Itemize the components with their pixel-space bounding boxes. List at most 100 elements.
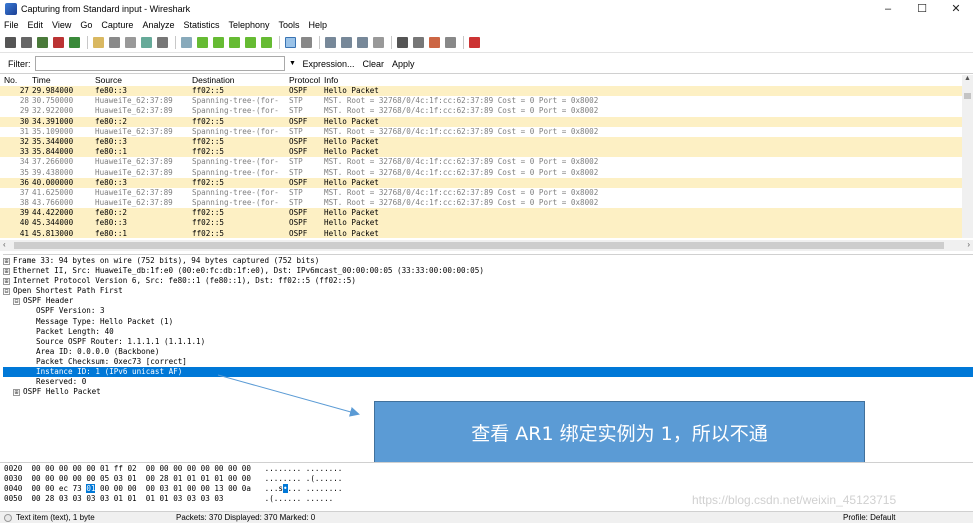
start-capture-icon[interactable] bbox=[37, 37, 48, 48]
packet-row[interactable]: 32 35.344000 fe80::3 ff02::5 OSPF Hello Packe… bbox=[0, 136, 962, 148]
colorize-icon[interactable] bbox=[285, 37, 296, 48]
packet-row[interactable]: 30 34.391000 fe80::2 ff02::5 OSPF Hello Packe… bbox=[0, 116, 962, 127]
menu-edit[interactable]: Edit bbox=[28, 20, 44, 30]
minimize-button[interactable]: – bbox=[871, 0, 905, 18]
detail-tree-item[interactable]: Packet Length: 40 bbox=[3, 327, 973, 337]
expand-icon[interactable]: ⊞ bbox=[13, 388, 20, 396]
column-header-time[interactable]: Time bbox=[32, 75, 95, 86]
display-filters-icon[interactable] bbox=[413, 37, 424, 48]
menu-view[interactable]: View bbox=[52, 20, 71, 30]
close-file-icon[interactable] bbox=[125, 37, 136, 48]
detail-tree-item[interactable]: ⊟ Open Shortest Path First bbox=[3, 286, 973, 296]
print-icon[interactable] bbox=[157, 37, 168, 48]
scroll-right-icon[interactable]: › bbox=[967, 240, 970, 249]
save-file-icon[interactable] bbox=[109, 37, 120, 48]
column-header-source[interactable]: Source bbox=[95, 75, 192, 86]
zoom-out-icon[interactable] bbox=[341, 37, 352, 48]
detail-tree-item[interactable]: ⊞ Ethernet II, Src: HuaweiTe_db:1f:e0 (00… bbox=[3, 266, 973, 276]
packet-list-vscrollbar[interactable]: ▲ bbox=[962, 75, 973, 238]
zoom-in-icon[interactable] bbox=[325, 37, 336, 48]
column-header-info[interactable]: Info bbox=[324, 75, 962, 86]
packet-row[interactable]: 34 37.266000 HuaweiTe_62:37:89 Spanning-tre… bbox=[0, 157, 962, 168]
expert-info-icon[interactable] bbox=[4, 513, 12, 522]
go-to-packet-icon[interactable] bbox=[229, 37, 240, 48]
collapse-icon[interactable]: ⊟ bbox=[13, 297, 20, 305]
detail-tree-item[interactable]: Packet Checksum: 0xec73 [correct] bbox=[3, 357, 973, 367]
stop-capture-icon[interactable] bbox=[53, 37, 64, 48]
interfaces-icon[interactable] bbox=[5, 37, 16, 48]
packet-row[interactable]: 31 35.109000 HuaweiTe_62:37:89 Spanning-tre… bbox=[0, 126, 962, 137]
packet-row[interactable]: 33 35.844000 fe80::1 ff02::5 OSPF Hello Packe… bbox=[0, 147, 962, 158]
packet-row[interactable]: 38 43.766000 HuaweiTe_62:37:89 Spanning-tre… bbox=[0, 198, 962, 209]
first-packet-icon[interactable] bbox=[245, 37, 256, 48]
go-forward-icon[interactable] bbox=[213, 37, 224, 48]
coloring-rules-icon[interactable] bbox=[429, 37, 440, 48]
menu-telephony[interactable]: Telephony bbox=[228, 20, 269, 30]
detail-tree-item[interactable]: Source OSPF Router: 1.1.1.1 (1.1.1.1) bbox=[3, 337, 973, 347]
scroll-left-icon[interactable]: ‹ bbox=[3, 240, 6, 249]
expand-icon[interactable]: ⊞ bbox=[3, 257, 10, 265]
detail-tree-item[interactable]: Area ID: 0.0.0.0 (Backbone) bbox=[3, 347, 973, 357]
packet-row[interactable]: 35 39.438000 HuaweiTe_62:37:89 Spanning-tre… bbox=[0, 167, 962, 178]
expression-button[interactable]: Expression... bbox=[303, 59, 355, 69]
hex-row[interactable]: 0030 00 00 00 00 00 05 03 01 00 28 01 01… bbox=[4, 474, 973, 484]
detail-tree-item[interactable]: ⊞ Internet Protocol Version 6, Src: fe80:… bbox=[3, 276, 973, 286]
expand-icon[interactable]: ⊞ bbox=[3, 277, 10, 285]
open-file-icon[interactable] bbox=[93, 37, 104, 48]
help-icon[interactable] bbox=[469, 37, 480, 48]
capture-filters-icon[interactable] bbox=[397, 37, 408, 48]
packet-row[interactable]: 27 29.984000 fe80::3 ff02::5 OSPF Hello Packe… bbox=[0, 86, 962, 97]
menu-statistics[interactable]: Statistics bbox=[183, 20, 219, 30]
column-header-protocol[interactable]: Protocol bbox=[289, 75, 324, 86]
scrollbar-thumb[interactable] bbox=[964, 93, 971, 99]
packet-row[interactable]: 40 45.344000 fe80::3 ff02::5 OSPF Hello Packe… bbox=[0, 218, 962, 229]
packet-list-hscrollbar[interactable]: ‹ › bbox=[0, 240, 973, 251]
restart-capture-icon[interactable] bbox=[69, 37, 80, 48]
packet-row[interactable]: 41 45.813000 fe80::1 ff02::5 OSPF Hello Packe… bbox=[0, 228, 962, 238]
menu-help[interactable]: Help bbox=[309, 20, 328, 30]
zoom-normal-icon[interactable] bbox=[357, 37, 368, 48]
filter-dropdown-icon[interactable]: ▼ bbox=[287, 60, 299, 67]
preferences-icon[interactable] bbox=[445, 37, 456, 48]
packet-row[interactable]: 39 44.422000 fe80::2 ff02::5 OSPF Hello Packe… bbox=[0, 208, 962, 219]
hex-row[interactable]: 0020 00 00 00 00 00 01 ff 02 00 00 00 00… bbox=[4, 464, 973, 474]
packet-time: 35.844000 bbox=[32, 147, 74, 157]
apply-button[interactable]: Apply bbox=[392, 59, 415, 69]
detail-tree-item[interactable]: Message Type: Hello Packet (1) bbox=[3, 317, 973, 327]
go-back-icon[interactable] bbox=[197, 37, 208, 48]
menu-capture[interactable]: Capture bbox=[101, 20, 133, 30]
detail-tree-item[interactable]: ⊟ OSPF Header bbox=[3, 296, 973, 306]
filter-input[interactable] bbox=[34, 56, 285, 71]
close-button[interactable]: ✕ bbox=[939, 0, 973, 18]
detail-tree-item[interactable]: ⊞ OSPF Hello Packet bbox=[3, 387, 973, 397]
packet-row[interactable]: 28 30.750000 HuaweiTe_62:37:89 Spanning-tre… bbox=[0, 96, 962, 107]
options-icon[interactable] bbox=[21, 37, 32, 48]
detail-tree-item[interactable]: Instance ID: 1 (IPv6 unicast AF) bbox=[3, 367, 973, 378]
expand-icon[interactable]: ⊞ bbox=[3, 267, 10, 275]
collapse-icon[interactable]: ⊟ bbox=[3, 287, 10, 295]
status-profile[interactable]: Profile: Default bbox=[843, 513, 973, 522]
menu-tools[interactable]: Tools bbox=[279, 20, 300, 30]
menu-go[interactable]: Go bbox=[80, 20, 92, 30]
hex-bytes: 00 00 00 00 00 05 03 01 bbox=[31, 474, 137, 483]
menu-file[interactable]: File bbox=[4, 20, 19, 30]
packet-protocol: STP bbox=[289, 187, 303, 197]
resize-columns-icon[interactable] bbox=[373, 37, 384, 48]
detail-tree-item[interactable]: ⊞ Frame 33: 94 bytes on wire (752 bits), … bbox=[3, 256, 973, 266]
detail-tree-item[interactable]: OSPF Version: 3 bbox=[3, 306, 973, 316]
column-header-no[interactable]: No. bbox=[0, 75, 32, 86]
last-packet-icon[interactable] bbox=[261, 37, 272, 48]
packet-row[interactable]: 29 32.922000 HuaweiTe_62:37:89 Spanning-tre… bbox=[0, 106, 962, 117]
column-header-destination[interactable]: Destination bbox=[192, 75, 289, 86]
menu-analyze[interactable]: Analyze bbox=[142, 20, 174, 30]
reload-icon[interactable] bbox=[141, 37, 152, 48]
packet-row[interactable]: 36 40.000000 fe80::3 ff02::5 OSPF Hello Packe… bbox=[0, 177, 962, 188]
scrollbar-thumb[interactable] bbox=[14, 242, 944, 249]
clear-button[interactable]: Clear bbox=[363, 59, 385, 69]
packet-row[interactable]: 37 41.625000 HuaweiTe_62:37:89 Spanning-tre… bbox=[0, 187, 962, 199]
find-icon[interactable] bbox=[181, 37, 192, 48]
scroll-up-icon[interactable]: ▲ bbox=[962, 75, 973, 85]
maximize-button[interactable]: ☐ bbox=[905, 0, 939, 18]
autoscroll-icon[interactable] bbox=[301, 37, 312, 48]
detail-tree-item[interactable]: Reserved: 0 bbox=[3, 377, 973, 387]
